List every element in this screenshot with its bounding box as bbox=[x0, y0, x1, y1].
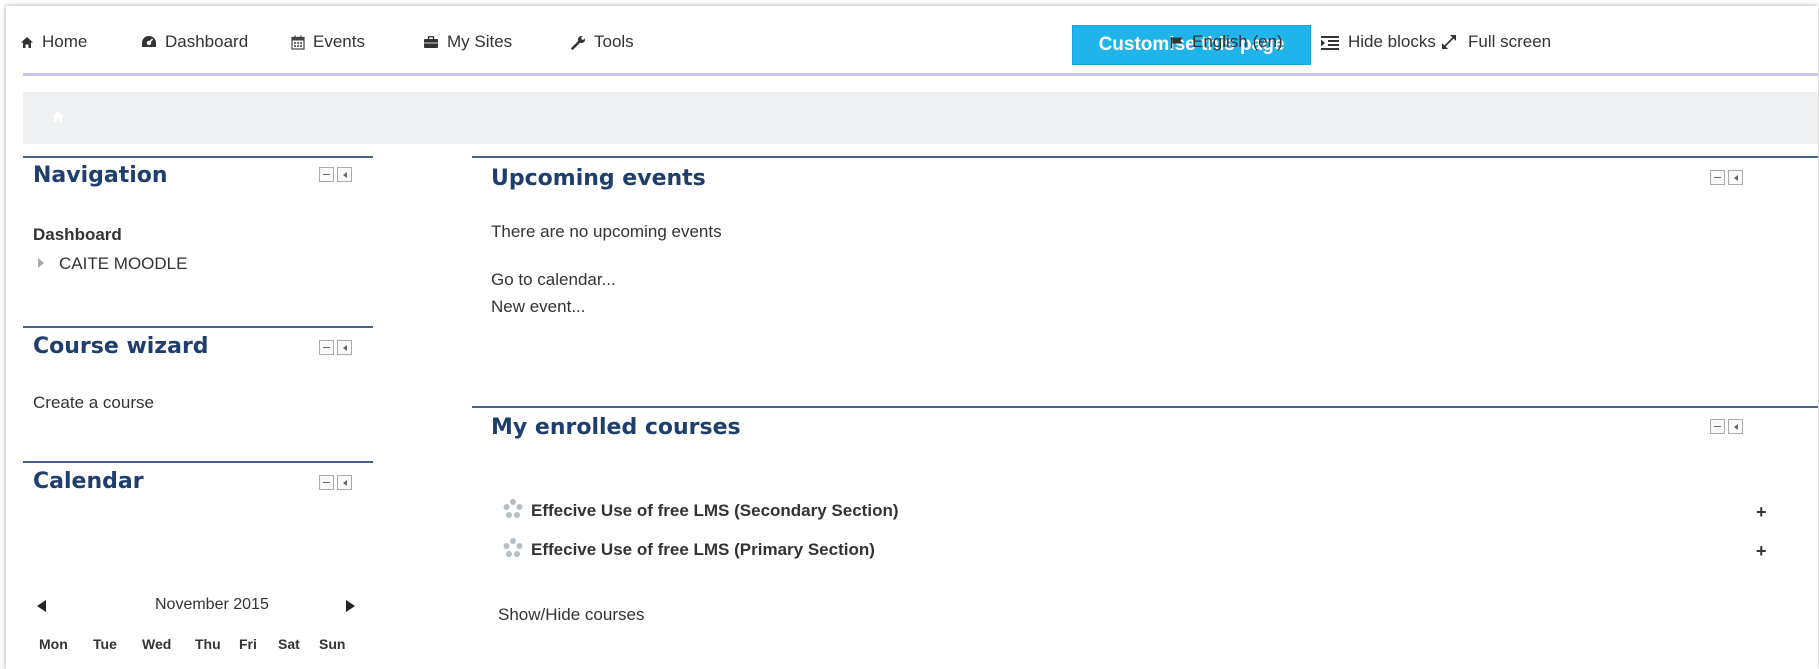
expand-icon bbox=[1442, 35, 1456, 49]
nav-my-sites-label: My Sites bbox=[447, 32, 513, 51]
enrolled-courses-block-title: My enrolled courses bbox=[491, 415, 741, 440]
home-icon bbox=[21, 36, 33, 48]
dock-icon[interactable] bbox=[1728, 170, 1743, 185]
expand-course-button[interactable]: + bbox=[1756, 541, 1767, 562]
nav-events[interactable]: Events bbox=[291, 32, 365, 52]
next-month-icon[interactable] bbox=[346, 600, 355, 612]
nav-home-label: Home bbox=[42, 32, 88, 51]
minimize-icon[interactable] bbox=[319, 340, 334, 355]
dock-icon[interactable] bbox=[337, 475, 352, 490]
flag-icon bbox=[1170, 36, 1183, 48]
calendar-weekday: Fri bbox=[239, 636, 257, 652]
indent-icon bbox=[1321, 35, 1339, 50]
hide-blocks-button[interactable]: Hide blocks bbox=[1320, 32, 1436, 52]
enrolled-courses-block-rule bbox=[472, 406, 1818, 408]
top-nav-bar: Home Dashboard Events My Sites Tools Cus… bbox=[6, 6, 1818, 76]
page-frame: Home Dashboard Events My Sites Tools Cus… bbox=[6, 6, 1818, 669]
navigation-block-rule bbox=[23, 156, 373, 158]
nav-home[interactable]: Home bbox=[20, 32, 87, 52]
show-hide-courses-link[interactable]: Show/Hide courses bbox=[498, 605, 644, 625]
calendar-weekday: Wed bbox=[142, 636, 172, 652]
nav-tools-label: Tools bbox=[594, 32, 634, 51]
dashboard-icon bbox=[142, 36, 156, 47]
upcoming-events-block-controls bbox=[1710, 170, 1743, 185]
top-divider bbox=[23, 73, 1818, 76]
minimize-icon[interactable] bbox=[1710, 170, 1725, 185]
go-to-calendar-link[interactable]: Go to calendar... bbox=[491, 270, 616, 290]
expand-course-button[interactable]: + bbox=[1756, 502, 1767, 523]
calendar-icon bbox=[291, 35, 305, 50]
previous-month-icon[interactable] bbox=[37, 600, 46, 612]
collapsed-arrow-icon[interactable] bbox=[38, 258, 44, 268]
nav-my-sites[interactable]: My Sites bbox=[423, 32, 512, 52]
new-event-link[interactable]: New event... bbox=[491, 297, 586, 317]
breadcrumb-home-icon[interactable] bbox=[51, 110, 65, 123]
dock-icon[interactable] bbox=[337, 167, 352, 182]
course-icon bbox=[503, 538, 523, 557]
course-icon bbox=[503, 499, 523, 518]
navigation-block-title: Navigation bbox=[33, 163, 168, 188]
briefcase-icon bbox=[424, 35, 438, 48]
calendar-month-label[interactable]: November 2015 bbox=[155, 596, 269, 614]
calendar-block-controls bbox=[319, 475, 352, 490]
dock-icon[interactable] bbox=[337, 340, 352, 355]
calendar-weekday: Sun bbox=[319, 636, 346, 652]
upcoming-events-block-title: Upcoming events bbox=[491, 166, 706, 191]
calendar-block-title: Calendar bbox=[33, 469, 144, 494]
full-screen-button[interactable]: Full screen bbox=[1440, 32, 1551, 52]
language-label: English (en) bbox=[1192, 32, 1283, 51]
calendar-weekday: Tue bbox=[93, 636, 117, 652]
nav-dashboard[interactable]: Dashboard bbox=[141, 32, 248, 52]
language-menu[interactable]: English (en) bbox=[1170, 32, 1283, 52]
calendar-weekday: Thu bbox=[195, 636, 221, 652]
dock-icon[interactable] bbox=[1728, 419, 1743, 434]
nav-dashboard-label: Dashboard bbox=[165, 32, 249, 51]
no-upcoming-events-text: There are no upcoming events bbox=[491, 222, 722, 241]
course-wizard-block-controls bbox=[319, 340, 352, 355]
enrolled-courses-block-controls bbox=[1710, 419, 1743, 434]
upcoming-events-block-rule bbox=[472, 156, 1818, 158]
breadcrumb bbox=[23, 92, 1818, 144]
calendar-block-rule bbox=[23, 461, 373, 463]
course-link[interactable]: Effecive Use of free LMS (Primary Sectio… bbox=[531, 540, 875, 560]
minimize-icon[interactable] bbox=[1710, 419, 1725, 434]
course-wizard-block-title: Course wizard bbox=[33, 334, 209, 359]
nav-events-label: Events bbox=[313, 32, 365, 51]
course-wizard-block-rule bbox=[23, 326, 373, 328]
hide-blocks-label: Hide blocks bbox=[1348, 32, 1436, 51]
calendar-weekday: Sat bbox=[278, 636, 300, 652]
nav-tree-dashboard[interactable]: Dashboard bbox=[33, 225, 122, 245]
course-link[interactable]: Effecive Use of free LMS (Secondary Sect… bbox=[531, 501, 899, 521]
nav-tree-site[interactable]: CAITE MOODLE bbox=[59, 254, 187, 274]
create-course-link[interactable]: Create a course bbox=[33, 393, 154, 413]
minimize-icon[interactable] bbox=[319, 475, 334, 490]
calendar-weekday: Mon bbox=[39, 636, 68, 652]
minimize-icon[interactable] bbox=[319, 167, 334, 182]
nav-tools[interactable]: Tools bbox=[571, 32, 634, 52]
wrench-icon bbox=[571, 35, 586, 50]
full-screen-label: Full screen bbox=[1468, 32, 1552, 51]
navigation-block-controls bbox=[319, 167, 352, 182]
